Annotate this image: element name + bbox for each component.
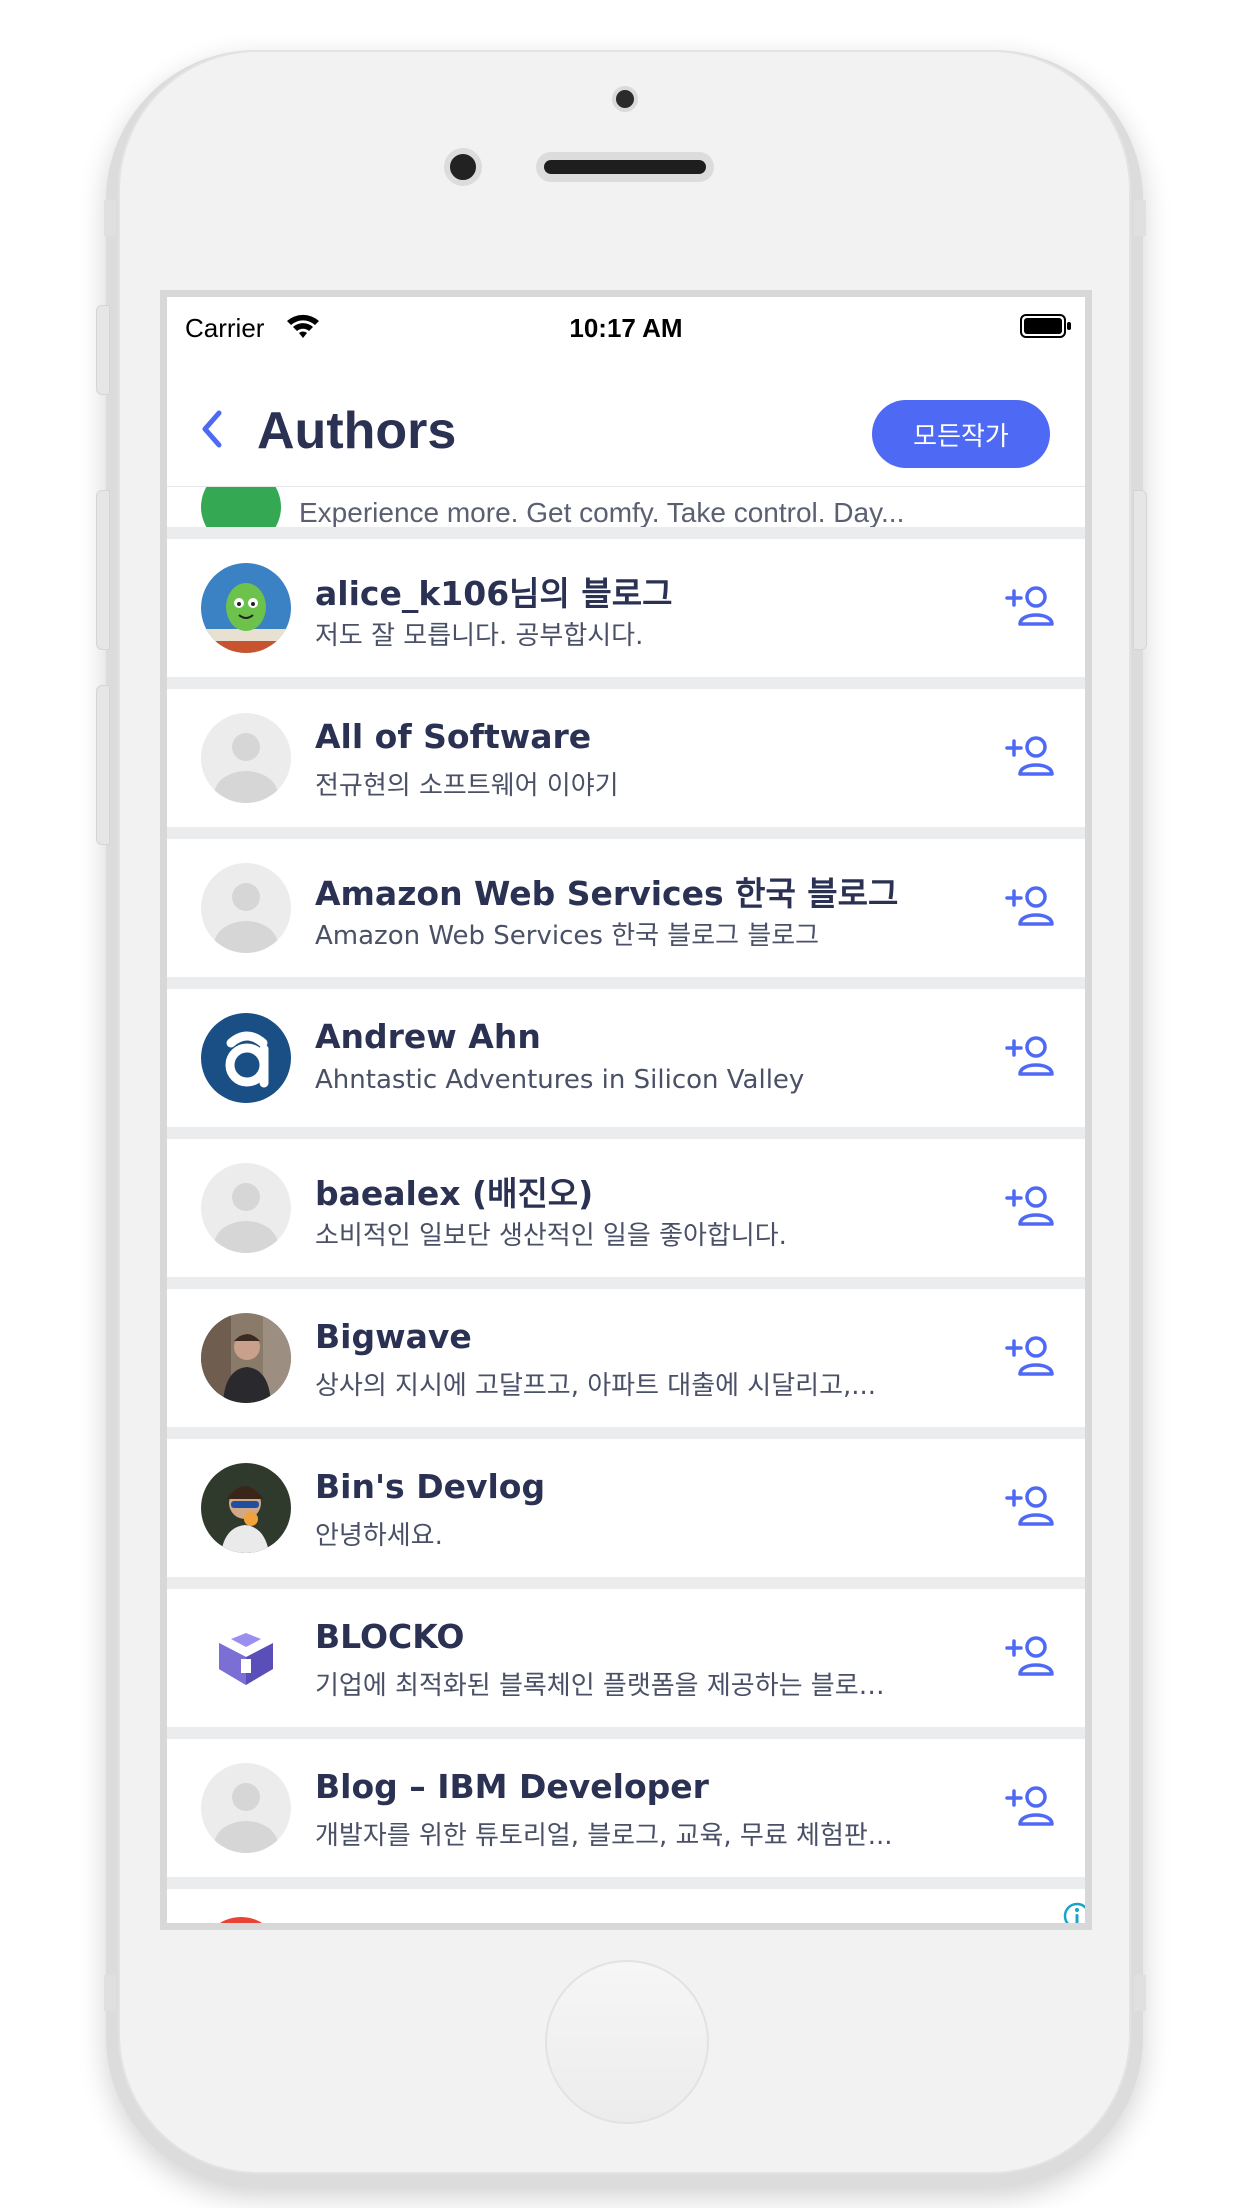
status-bar: Carrier 10:17 AM [167, 297, 1085, 357]
home-button[interactable] [545, 1960, 709, 2124]
back-chevron-icon[interactable] [199, 409, 225, 449]
front-camera [444, 148, 482, 186]
list-item-title: alice_k106님의 블로그 [315, 574, 673, 613]
list-item-title: Blog – IBM Developer [315, 1767, 709, 1806]
antenna-band [104, 200, 116, 236]
page-title: Authors [257, 402, 457, 460]
add-person-icon[interactable] [1005, 1184, 1055, 1228]
list-item-title: Amazon Web Services 한국 블로그 [315, 874, 899, 913]
list-item[interactable]: baealex (배진오) 소비적인 일보단 생산적인 일을 좋아합니다. [167, 1139, 1085, 1277]
add-person-icon[interactable] [1005, 584, 1055, 628]
all-authors-button[interactable]: 모든작가 [872, 400, 1050, 468]
list-item[interactable]: All of Software 전규현의 소프트웨어 이야기 [167, 689, 1085, 827]
earpiece-speaker [536, 152, 714, 182]
list-item-title: BLOCKO [315, 1617, 465, 1656]
list-item-subtitle: 개발자를 위한 튜토리얼, 블로그, 교육, 무료 체험판... [315, 1821, 893, 1851]
placeholder-avatar [201, 1763, 291, 1853]
list-item[interactable]: BLOCKO 기업에 최적화된 블록체인 플랫폼을 제공하는 블로… [167, 1589, 1085, 1727]
add-person-icon[interactable] [1005, 1334, 1055, 1378]
avatar [201, 1917, 281, 1923]
list-item-subtitle: Amazon Web Services 한국 블로그 블로그 [315, 921, 820, 951]
antenna-band [1134, 200, 1146, 236]
add-person-icon[interactable] [1005, 1784, 1055, 1828]
list-item-subtitle: 안녕하세요. [315, 1521, 443, 1551]
placeholder-avatar [201, 713, 291, 803]
list-item-title: Bigwave [315, 1317, 472, 1356]
silent-switch [96, 305, 110, 395]
info-icon[interactable] [1063, 1902, 1091, 1930]
photo-avatar [201, 1463, 291, 1553]
battery-icon [1020, 314, 1071, 338]
list-item[interactable]: Featured · Google Developers KR [167, 1889, 1085, 1923]
antenna-band [1134, 1975, 1146, 2011]
status-time: 10:17 AM [569, 313, 683, 343]
list-item[interactable]: Blog – IBM Developer 개발자를 위한 튜토리얼, 블로그, … [167, 1739, 1085, 1877]
screen: Carrier 10:17 AM Authors 모든작가 Experience… [160, 290, 1092, 1930]
add-person-icon[interactable] [1005, 734, 1055, 778]
add-person-icon[interactable] [1005, 1034, 1055, 1078]
letter-a-avatar [201, 1013, 291, 1103]
list-item-subtitle: Ahntastic Adventures in Silicon Valley [315, 1065, 805, 1095]
add-person-icon[interactable] [1005, 884, 1055, 928]
authors-list: Experience more. Get comfy. Take control… [167, 447, 1085, 1923]
list-item[interactable]: Bin's Devlog 안녕하세요. [167, 1439, 1085, 1577]
power-button [1133, 490, 1147, 650]
add-person-icon[interactable] [1005, 1484, 1055, 1528]
list-item-title: Andrew Ahn [315, 1017, 541, 1056]
volume-up-button [96, 490, 110, 650]
add-person-icon[interactable] [1005, 1634, 1055, 1678]
list-item-subtitle: 상사의 지시에 고달프고, 아파트 대출에 시달리고,... [315, 1371, 877, 1401]
placeholder-avatar [201, 1163, 291, 1253]
list-item-subtitle: 저도 잘 모릅니다. 공부합시다. [315, 621, 644, 651]
cartoon-avatar [201, 563, 291, 653]
placeholder-avatar [201, 863, 291, 953]
blocko-logo [201, 1613, 291, 1703]
list-item-subtitle: 전규현의 소프트웨어 이야기 [315, 771, 619, 801]
antenna-band [104, 1975, 116, 2011]
list-item-title: Featured · Google Developers KR [299, 1917, 915, 1923]
photo-avatar [201, 1313, 291, 1403]
list-item-subtitle: Experience more. Get comfy. Take control… [299, 497, 905, 527]
list-item-title: All of Software [315, 717, 592, 756]
list-item-title: baealex (배진오) [315, 1174, 594, 1213]
list-item-title: Bin's Devlog [315, 1467, 546, 1506]
list-item-subtitle: 기업에 최적화된 블록체인 플랫폼을 제공하는 블로… [315, 1671, 885, 1701]
list-item[interactable]: Andrew Ahn Ahntastic Adventures in Silic… [167, 989, 1085, 1127]
proximity-sensor [612, 86, 638, 112]
list-item-subtitle: 소비적인 일보단 생산적인 일을 좋아합니다. [315, 1221, 787, 1251]
volume-down-button [96, 685, 110, 845]
list-item[interactable]: Amazon Web Services 한국 블로그 Amazon Web Se… [167, 839, 1085, 977]
navigation-bar: Authors 모든작가 [167, 357, 1085, 487]
list-item[interactable]: alice_k106님의 블로그 저도 잘 모릅니다. 공부합시다. [167, 539, 1085, 677]
list-item[interactable]: Bigwave 상사의 지시에 고달프고, 아파트 대출에 시달리고,... [167, 1289, 1085, 1427]
